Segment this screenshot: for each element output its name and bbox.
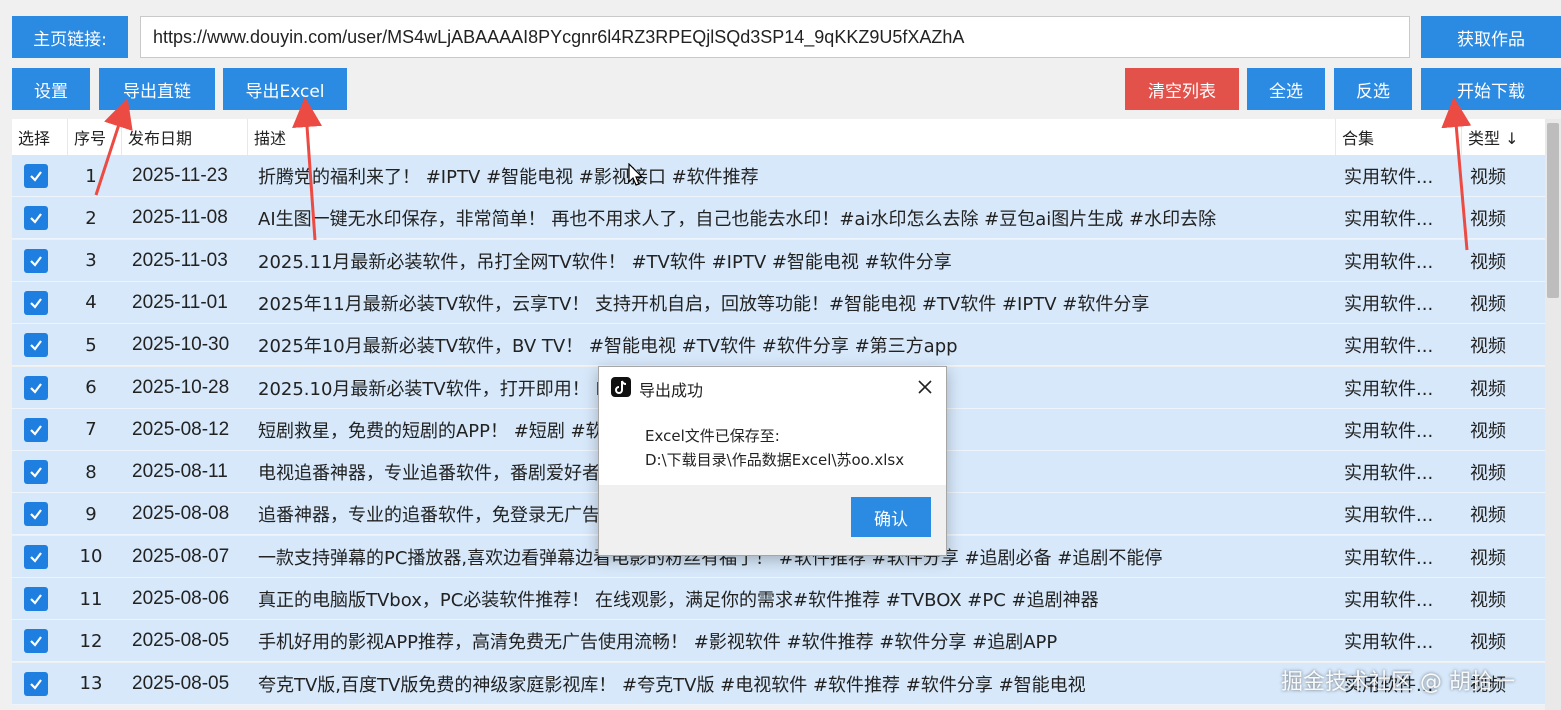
watermark: 掘金技术社区 @ 胡拾一 (1281, 670, 1515, 695)
annotation-arrows (94, 97, 1472, 251)
arrow-to-export-excel (292, 97, 323, 241)
arrow-to-start-download (1441, 97, 1472, 251)
arrow-to-export-link (94, 97, 133, 196)
